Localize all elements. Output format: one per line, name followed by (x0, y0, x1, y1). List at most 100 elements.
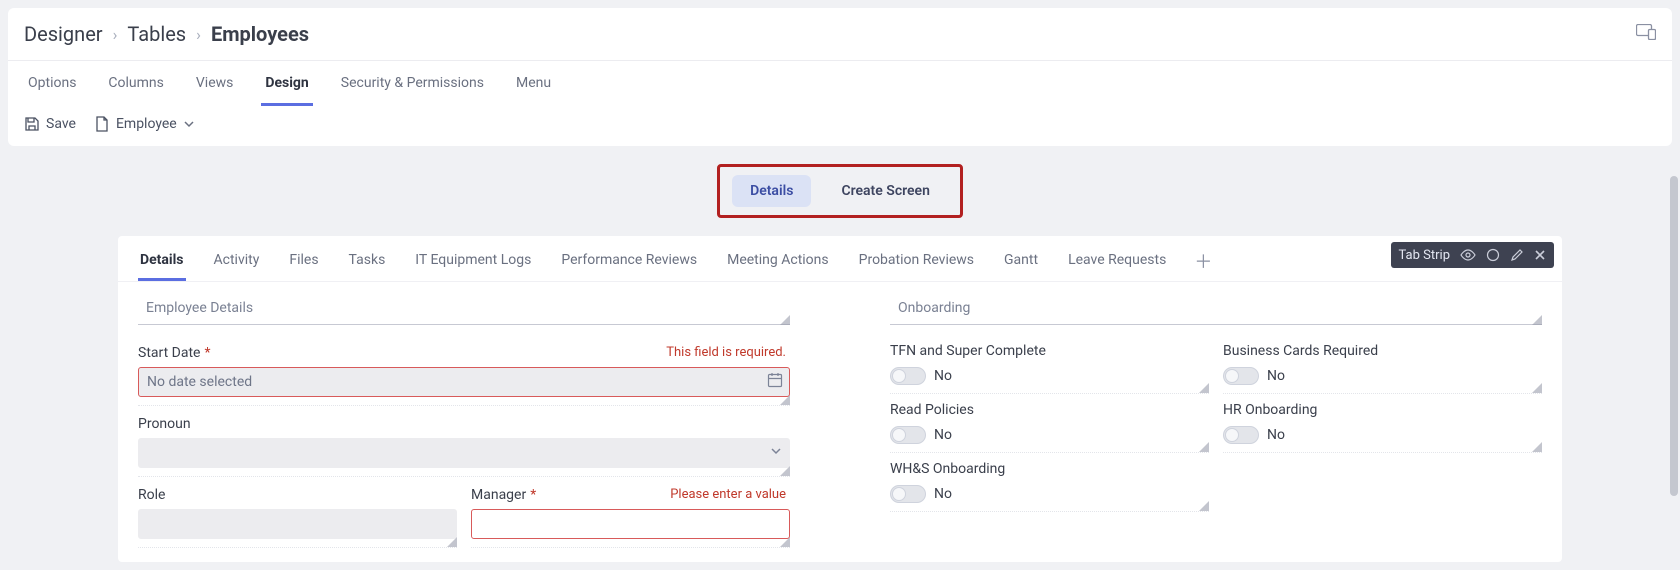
resize-handle-icon[interactable] (1532, 442, 1542, 452)
start-date-placeholder: No date selected (147, 374, 252, 390)
resize-handle-icon[interactable] (780, 315, 790, 325)
main-tabs: Options Columns Views Design Security & … (8, 61, 1672, 106)
tab-security[interactable]: Security & Permissions (337, 61, 488, 106)
policies-toggle[interactable] (890, 426, 926, 444)
start-date-label: Start Date (138, 345, 200, 361)
inner-tab-meeting-actions[interactable]: Meeting Actions (725, 246, 831, 281)
scroll-thumb[interactable] (1670, 176, 1678, 496)
inner-tab-gantt[interactable]: Gantt (1002, 246, 1040, 281)
form-columns: Employee Details Start Date * This field… (118, 282, 1562, 552)
resize-handle-icon[interactable] (1532, 383, 1542, 393)
tfn-value: No (934, 368, 952, 384)
inner-tab-leave-requests[interactable]: Leave Requests (1066, 246, 1168, 281)
resize-handle-icon[interactable] (780, 537, 790, 547)
device-preview-icon[interactable] (1636, 24, 1656, 44)
required-indicator: * (530, 487, 536, 503)
manager-error: Please enter a value (670, 487, 786, 502)
inner-tab-probation[interactable]: Probation Reviews (857, 246, 976, 281)
vertical-scrollbar[interactable] (1668, 66, 1680, 570)
component-chip: Tab Strip (1391, 242, 1554, 268)
right-column: Onboarding TFN and Super Complete No (890, 296, 1542, 548)
resize-handle-icon[interactable] (780, 466, 790, 476)
role-label: Role (138, 487, 165, 503)
field-business-cards: Business Cards Required No (1223, 335, 1542, 389)
required-indicator: * (204, 345, 210, 361)
tab-views[interactable]: Views (192, 61, 238, 106)
inner-tab-it-equipment[interactable]: IT Equipment Logs (413, 246, 533, 281)
circle-icon[interactable] (1486, 248, 1500, 262)
inner-tab-files[interactable]: Files (287, 246, 320, 281)
left-column: Employee Details Start Date * This field… (138, 296, 790, 548)
inner-tab-tasks[interactable]: Tasks (347, 246, 388, 281)
form-picker[interactable]: Employee (94, 116, 195, 132)
close-icon[interactable] (1534, 249, 1546, 261)
toolbar: Save Employee (8, 106, 1672, 146)
cards-toggle[interactable] (1223, 367, 1259, 385)
form-picker-label: Employee (116, 116, 177, 132)
resize-handle-icon[interactable] (1199, 383, 1209, 393)
resize-handle-icon[interactable] (447, 537, 457, 547)
inner-tab-performance[interactable]: Performance Reviews (559, 246, 699, 281)
tfn-toggle[interactable] (890, 367, 926, 385)
field-whs-onboarding: WH&S Onboarding No (890, 453, 1209, 507)
cards-value: No (1267, 368, 1285, 384)
policies-value: No (934, 427, 952, 443)
inner-tab-details[interactable]: Details (138, 246, 186, 281)
component-chip-label: Tab Strip (1399, 248, 1450, 263)
eye-icon[interactable] (1460, 249, 1476, 261)
cards-label: Business Cards Required (1223, 343, 1542, 359)
resize-handle-icon[interactable] (1199, 501, 1209, 511)
breadcrumb-current: Employees (211, 22, 309, 46)
manager-label: Manager (471, 487, 526, 503)
pronoun-label: Pronoun (138, 416, 191, 432)
field-hr-onboarding: HR Onboarding No (1223, 394, 1542, 448)
document-icon (94, 116, 110, 132)
pencil-icon[interactable] (1510, 248, 1524, 262)
hr-value: No (1267, 427, 1285, 443)
tab-menu[interactable]: Menu (512, 61, 555, 106)
tab-options[interactable]: Options (24, 61, 80, 106)
manager-input[interactable] (471, 509, 790, 539)
form-card: Tab Strip Details Activity Files Tasks I… (118, 236, 1562, 562)
calendar-icon[interactable] (767, 372, 783, 392)
save-icon (24, 116, 40, 132)
inner-tabs: Details Activity Files Tasks IT Equipmen… (118, 236, 1562, 282)
design-canvas: Details Create Screen Tab Strip Details … (0, 146, 1680, 562)
tfn-label: TFN and Super Complete (890, 343, 1209, 359)
chevron-right-icon: › (113, 25, 118, 44)
policies-label: Read Policies (890, 402, 1209, 418)
save-label: Save (46, 116, 76, 132)
mode-create-screen-button[interactable]: Create Screen (823, 175, 947, 207)
section-onboarding[interactable]: Onboarding (890, 296, 1542, 325)
mode-details-button[interactable]: Details (732, 175, 811, 207)
pronoun-select[interactable] (138, 438, 790, 468)
section-employee-details[interactable]: Employee Details (138, 296, 790, 325)
hr-label: HR Onboarding (1223, 402, 1542, 418)
top-bar: Designer › Tables › Employees Options Co… (8, 8, 1672, 146)
hr-toggle[interactable] (1223, 426, 1259, 444)
field-manager: Manager * Please enter a value (471, 477, 790, 543)
save-button[interactable]: Save (24, 116, 76, 132)
start-date-input[interactable]: No date selected (138, 367, 790, 397)
field-start-date: Start Date * This field is required. No … (138, 335, 790, 401)
breadcrumb: Designer › Tables › Employees (8, 8, 1672, 61)
start-date-error: This field is required. (666, 345, 786, 360)
resize-handle-icon[interactable] (1532, 315, 1542, 325)
tab-columns[interactable]: Columns (104, 61, 167, 106)
breadcrumb-designer[interactable]: Designer (24, 22, 103, 46)
add-tab-button[interactable]: ＋ (1194, 248, 1212, 280)
whs-toggle[interactable] (890, 485, 926, 503)
mode-switch-highlight: Details Create Screen (717, 164, 963, 218)
chevron-down-icon (769, 444, 783, 462)
tab-design[interactable]: Design (261, 61, 312, 106)
chevron-down-icon (183, 118, 195, 130)
field-read-policies: Read Policies No (890, 394, 1209, 448)
inner-tab-activity[interactable]: Activity (212, 246, 262, 281)
whs-value: No (934, 486, 952, 502)
breadcrumb-tables[interactable]: Tables (127, 22, 186, 46)
field-pronoun: Pronoun (138, 406, 790, 472)
resize-handle-icon[interactable] (780, 395, 790, 405)
resize-handle-icon[interactable] (1199, 442, 1209, 452)
role-input[interactable] (138, 509, 457, 539)
field-role: Role (138, 477, 457, 543)
